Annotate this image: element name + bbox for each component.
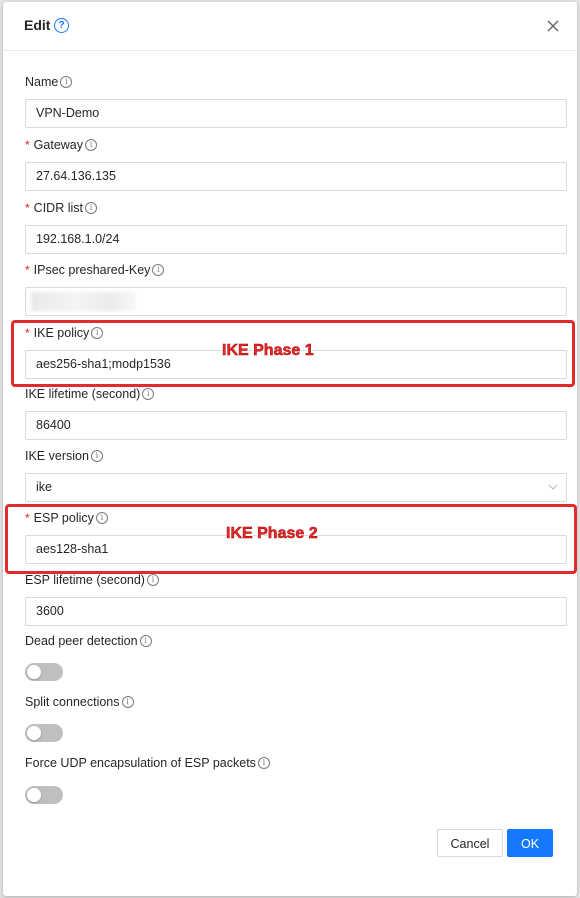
- gateway-input[interactable]: 27.64.136.135: [25, 162, 567, 191]
- ipsec-key-label-text: IPsec preshared-Key: [33, 263, 151, 277]
- info-icon: i: [91, 327, 104, 339]
- esp-lifetime-label-text: ESP lifetime (second): [25, 573, 145, 587]
- cancel-button[interactable]: Cancel: [437, 829, 503, 857]
- toggle-knob: [27, 726, 41, 740]
- dead-peer-detection-label: Dead peer detection i: [25, 634, 152, 648]
- force-udp-label: Force UDP encapsulation of ESP packets i: [25, 756, 270, 770]
- force-udp-label-text: Force UDP encapsulation of ESP packets: [25, 756, 256, 770]
- cidr-list-label-text: CIDR list: [33, 201, 83, 215]
- ike-phase2-annotation: IKE Phase 2: [226, 525, 318, 543]
- name-label-text: Name: [25, 75, 59, 89]
- dialog-header: Edit ?: [3, 2, 577, 51]
- chevron-down-icon: [548, 484, 558, 490]
- info-icon: i: [95, 512, 108, 524]
- esp-lifetime-input[interactable]: 3600: [25, 597, 567, 626]
- ike-lifetime-input[interactable]: 86400: [25, 411, 567, 440]
- required-marker: *: [25, 138, 30, 152]
- split-connections-label: Split connections i: [25, 695, 134, 709]
- required-marker: *: [25, 201, 30, 215]
- info-icon: i: [257, 757, 270, 769]
- name-label: Name i: [25, 75, 73, 89]
- info-icon: i: [152, 264, 165, 276]
- redacted-key: [31, 292, 136, 311]
- required-marker: *: [25, 326, 30, 340]
- info-icon: i: [85, 139, 98, 151]
- ike-version-label: IKE version i: [25, 449, 103, 463]
- gateway-label-text: Gateway: [33, 138, 84, 152]
- ike-version-value: ike: [36, 480, 52, 494]
- info-icon: i: [139, 635, 152, 647]
- ike-policy-label-text: IKE policy: [33, 326, 90, 340]
- question-circle-icon[interactable]: ?: [54, 18, 69, 33]
- ike-lifetime-label: IKE lifetime (second) i: [25, 387, 155, 401]
- required-marker: *: [25, 511, 30, 525]
- esp-policy-label: * ESP policy i: [25, 511, 108, 525]
- info-icon: i: [146, 574, 159, 586]
- split-connections-label-text: Split connections: [25, 695, 120, 709]
- info-icon: i: [121, 696, 134, 708]
- close-icon[interactable]: [545, 18, 561, 34]
- info-icon: i: [90, 450, 103, 462]
- cidr-list-input[interactable]: 192.168.1.0/24: [25, 225, 567, 254]
- gateway-label: * Gateway i: [25, 138, 98, 152]
- ok-button[interactable]: OK: [507, 829, 553, 857]
- force-udp-toggle[interactable]: [25, 786, 63, 804]
- ike-version-select[interactable]: ike: [25, 473, 567, 502]
- ike-version-label-text: IKE version: [25, 449, 89, 463]
- info-icon: i: [142, 388, 155, 400]
- ipsec-key-label: * IPsec preshared-Key i: [25, 263, 165, 277]
- info-icon: i: [84, 202, 97, 214]
- esp-policy-label-text: ESP policy: [33, 511, 94, 525]
- ipsec-key-input[interactable]: [25, 287, 567, 316]
- ike-policy-label: * IKE policy i: [25, 326, 104, 340]
- toggle-knob: [27, 665, 41, 679]
- required-marker: *: [25, 263, 30, 277]
- esp-lifetime-label: ESP lifetime (second) i: [25, 573, 159, 587]
- dead-peer-detection-label-text: Dead peer detection: [25, 634, 138, 648]
- split-connections-toggle[interactable]: [25, 724, 63, 742]
- name-input[interactable]: VPN-Demo: [25, 99, 567, 128]
- ike-lifetime-label-text: IKE lifetime (second): [25, 387, 141, 401]
- dead-peer-detection-toggle[interactable]: [25, 663, 63, 681]
- toggle-knob: [27, 788, 41, 802]
- cidr-list-label: * CIDR list i: [25, 201, 97, 215]
- info-icon: i: [60, 76, 73, 88]
- edit-dialog: Edit ? Name i VPN-Demo * Gateway i 27.64…: [3, 2, 577, 896]
- ike-phase1-annotation: IKE Phase 1: [222, 342, 314, 360]
- dialog-title: Edit: [24, 17, 51, 33]
